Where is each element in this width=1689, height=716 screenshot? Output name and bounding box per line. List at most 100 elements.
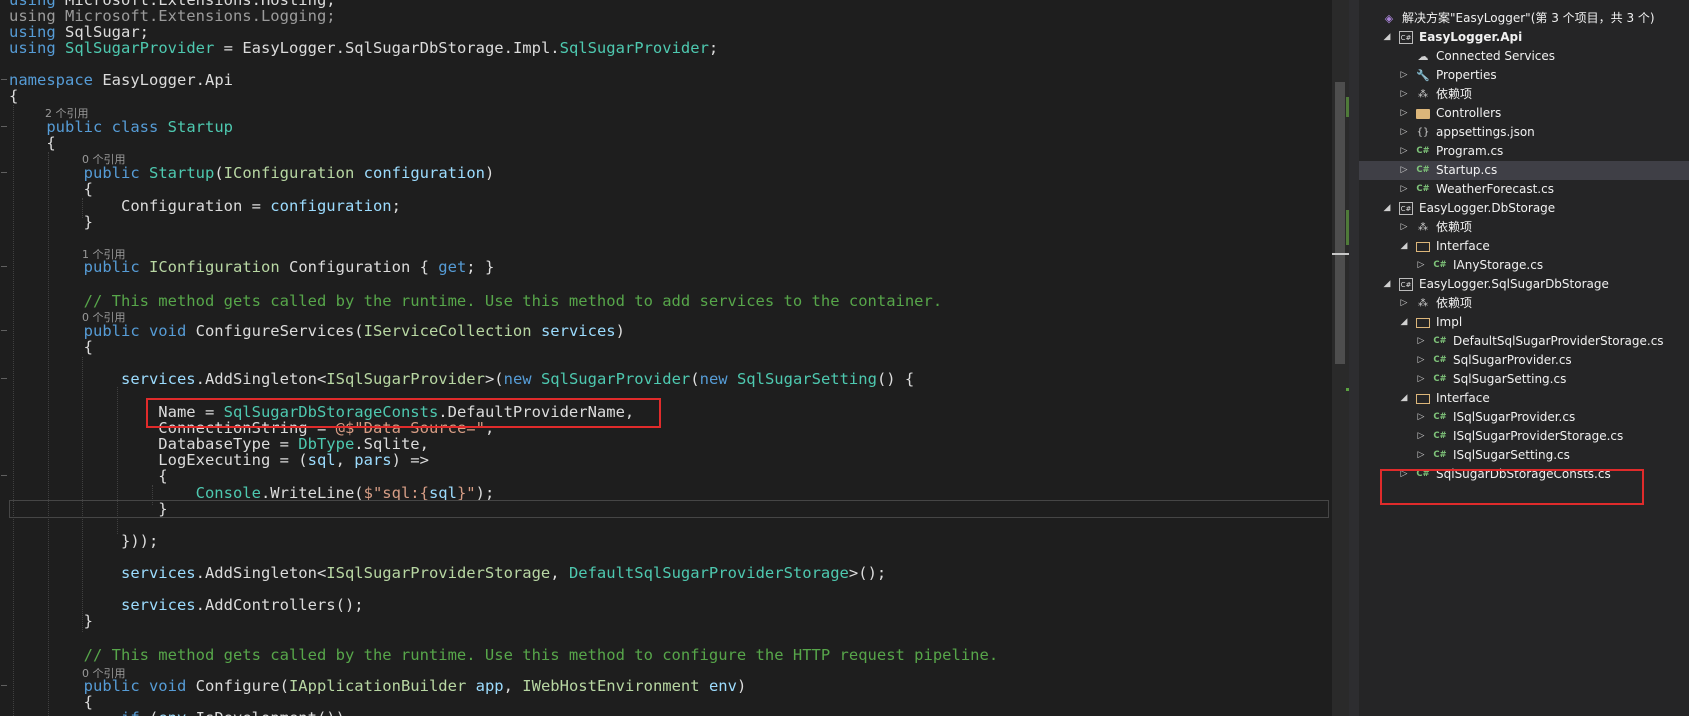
tree-item[interactable]: ▷ ⁂ 依赖项: [1359, 85, 1689, 104]
expanded-arrow-icon[interactable]: ◢: [1399, 389, 1409, 408]
expanded-arrow-icon[interactable]: ◢: [1399, 237, 1409, 256]
code-line[interactable]: }: [9, 213, 93, 231]
tree-item[interactable]: ◢ C# EasyLogger.SqlSugarDbStorage: [1359, 275, 1689, 294]
codelens-references[interactable]: 2 个引用: [45, 107, 89, 121]
code-line[interactable]: namespace EasyLogger.Api: [9, 71, 233, 89]
fold-marker[interactable]: [1, 330, 7, 331]
tree-item[interactable]: ▷ {} appsettings.json: [1359, 123, 1689, 142]
code-line[interactable]: services.AddSingleton<ISqlSugarProviderS…: [9, 564, 886, 582]
tree-item[interactable]: ☁ Connected Services: [1359, 47, 1689, 66]
code-token: {: [9, 87, 19, 105]
code-line[interactable]: // This method gets called by the runtim…: [9, 646, 999, 664]
tree-item[interactable]: ▷ C# IAnyStorage.cs: [1359, 256, 1689, 275]
code-line[interactable]: }));: [9, 532, 158, 550]
solution-explorer[interactable]: ◈ 解决方案"EasyLogger"(第 3 个项目，共 3 个) ◢ C# EasyL…: [1359, 0, 1689, 716]
code-token: sql: [307, 451, 336, 469]
collapsed-arrow-icon[interactable]: ▷: [1399, 142, 1409, 161]
code-token: {: [9, 134, 56, 152]
collapsed-arrow-icon[interactable]: ▷: [1416, 427, 1426, 446]
code-editor[interactable]: using Microsoft.Extensions.Hosting; using…: [0, 0, 1332, 716]
fold-marker[interactable]: [1, 266, 7, 267]
code-line[interactable]: {: [9, 134, 56, 152]
tree-item-label: 依赖项: [1436, 296, 1473, 310]
tree-item[interactable]: ▷ ⁂ 依赖项: [1359, 218, 1689, 237]
code-token: .AddSingleton<: [195, 370, 327, 388]
code-token: SqlSugarProvider: [559, 39, 709, 57]
tree-item[interactable]: ▷ C# Startup.cs: [1359, 161, 1689, 180]
tree-item[interactable]: ▷ C# Program.cs: [1359, 142, 1689, 161]
tree-item[interactable]: ◢ Impl: [1359, 313, 1689, 332]
expanded-arrow-icon[interactable]: ◢: [1382, 199, 1392, 218]
code-line[interactable]: {: [9, 87, 18, 105]
code-token: ISqlSugarProviderStorage: [326, 564, 551, 582]
tree-item[interactable]: ▷ C# ISqlSugarSetting.cs: [1359, 446, 1689, 465]
code-line[interactable]: // This method gets called by the runtim…: [9, 292, 943, 310]
expanded-arrow-icon[interactable]: ◢: [1399, 313, 1409, 332]
codelens-references[interactable]: 0 个引用: [82, 667, 126, 681]
tree-item[interactable]: ◢ Interface: [1359, 237, 1689, 256]
codelens-references[interactable]: 0 个引用: [82, 153, 126, 167]
csharp-file-icon: C#: [1433, 260, 1447, 270]
tree-item[interactable]: ▷ C# ISqlSugarProvider.cs: [1359, 408, 1689, 427]
tree-item[interactable]: ◈ 解决方案"EasyLogger"(第 3 个项目，共 3 个): [1359, 9, 1689, 28]
collapsed-arrow-icon[interactable]: ▷: [1416, 256, 1426, 275]
collapsed-arrow-icon[interactable]: ▷: [1399, 123, 1409, 142]
code-line[interactable]: services.AddSingleton<ISqlSugarProvider>…: [9, 370, 914, 388]
tree-item-label: Startup.cs: [1436, 163, 1498, 177]
tree-item-label: ISqlSugarProviderStorage.cs: [1453, 429, 1624, 443]
tree-item[interactable]: ▷ C# SqlSugarProvider.cs: [1359, 351, 1689, 370]
collapsed-arrow-icon[interactable]: ▷: [1399, 218, 1409, 237]
codelens-references[interactable]: 1 个引用: [82, 248, 126, 262]
collapsed-arrow-icon[interactable]: ▷: [1416, 332, 1426, 351]
collapsed-arrow-icon[interactable]: ▷: [1399, 104, 1409, 123]
scrollbar-thumb[interactable]: [1335, 82, 1345, 364]
code-line[interactable]: {: [9, 338, 93, 356]
fold-marker[interactable]: [1, 126, 7, 127]
tree-item[interactable]: ◢ C# EasyLogger.Api: [1359, 28, 1689, 47]
collapsed-arrow-icon[interactable]: ▷: [1399, 66, 1409, 85]
expanded-arrow-icon[interactable]: ◢: [1382, 28, 1392, 47]
codelens-references[interactable]: 0 个引用: [82, 311, 126, 325]
tree-item-label: EasyLogger.Api: [1419, 30, 1523, 44]
tree-item[interactable]: ▷ ⁂ 依赖项: [1359, 294, 1689, 313]
fold-marker[interactable]: [1, 685, 7, 686]
expanded-arrow-icon[interactable]: ◢: [1382, 275, 1392, 294]
editor-vertical-scrollbar[interactable]: [1332, 0, 1349, 716]
code-line[interactable]: }: [9, 612, 93, 630]
collapsed-arrow-icon[interactable]: ▷: [1399, 180, 1409, 199]
code-line[interactable]: {: [9, 467, 167, 485]
collapsed-arrow-icon[interactable]: ▷: [1399, 85, 1409, 104]
code-token: (: [690, 370, 700, 388]
tree-item[interactable]: ◢ Interface: [1359, 389, 1689, 408]
collapsed-arrow-icon[interactable]: ▷: [1416, 351, 1426, 370]
tree-item-label: 依赖项: [1436, 220, 1473, 234]
fold-marker[interactable]: [1, 79, 7, 80]
panel-splitter[interactable]: [1349, 0, 1359, 716]
tree-item[interactable]: ▷ Controllers: [1359, 104, 1689, 123]
fold-marker[interactable]: [1, 378, 7, 379]
tree-item-label: WeatherForecast.cs: [1436, 182, 1554, 196]
code-token: }: [9, 213, 93, 231]
indent-guide: [13, 105, 14, 716]
tree-item[interactable]: ▷ C# WeatherForecast.cs: [1359, 180, 1689, 199]
fold-marker[interactable]: [1, 475, 7, 476]
code-line[interactable]: if (env.IsDevelopment()): [9, 709, 345, 716]
code-line[interactable]: {: [9, 180, 93, 198]
tree-item[interactable]: ▷ C# ISqlSugarProviderStorage.cs: [1359, 427, 1689, 446]
collapsed-arrow-icon[interactable]: ▷: [1416, 446, 1426, 465]
code-token: services: [120, 370, 196, 388]
tree-item[interactable]: ▷ 🔧 Properties: [1359, 66, 1689, 85]
code-token: >(: [484, 370, 504, 388]
tree-item[interactable]: ▷ C# SqlSugarSetting.cs: [1359, 370, 1689, 389]
fold-marker[interactable]: [1, 172, 7, 173]
code-line[interactable]: using SqlSugarProvider = EasyLogger.SqlS…: [9, 39, 718, 57]
collapsed-arrow-icon[interactable]: ▷: [1399, 161, 1409, 180]
collapsed-arrow-icon[interactable]: ▷: [1416, 408, 1426, 427]
tree-item[interactable]: ◢ C# EasyLogger.DbStorage: [1359, 199, 1689, 218]
collapsed-arrow-icon[interactable]: ▷: [1399, 294, 1409, 313]
collapsed-arrow-icon[interactable]: ▷: [1416, 370, 1426, 389]
tree-item[interactable]: ▷ C# DefaultSqlSugarProviderStorage.cs: [1359, 332, 1689, 351]
